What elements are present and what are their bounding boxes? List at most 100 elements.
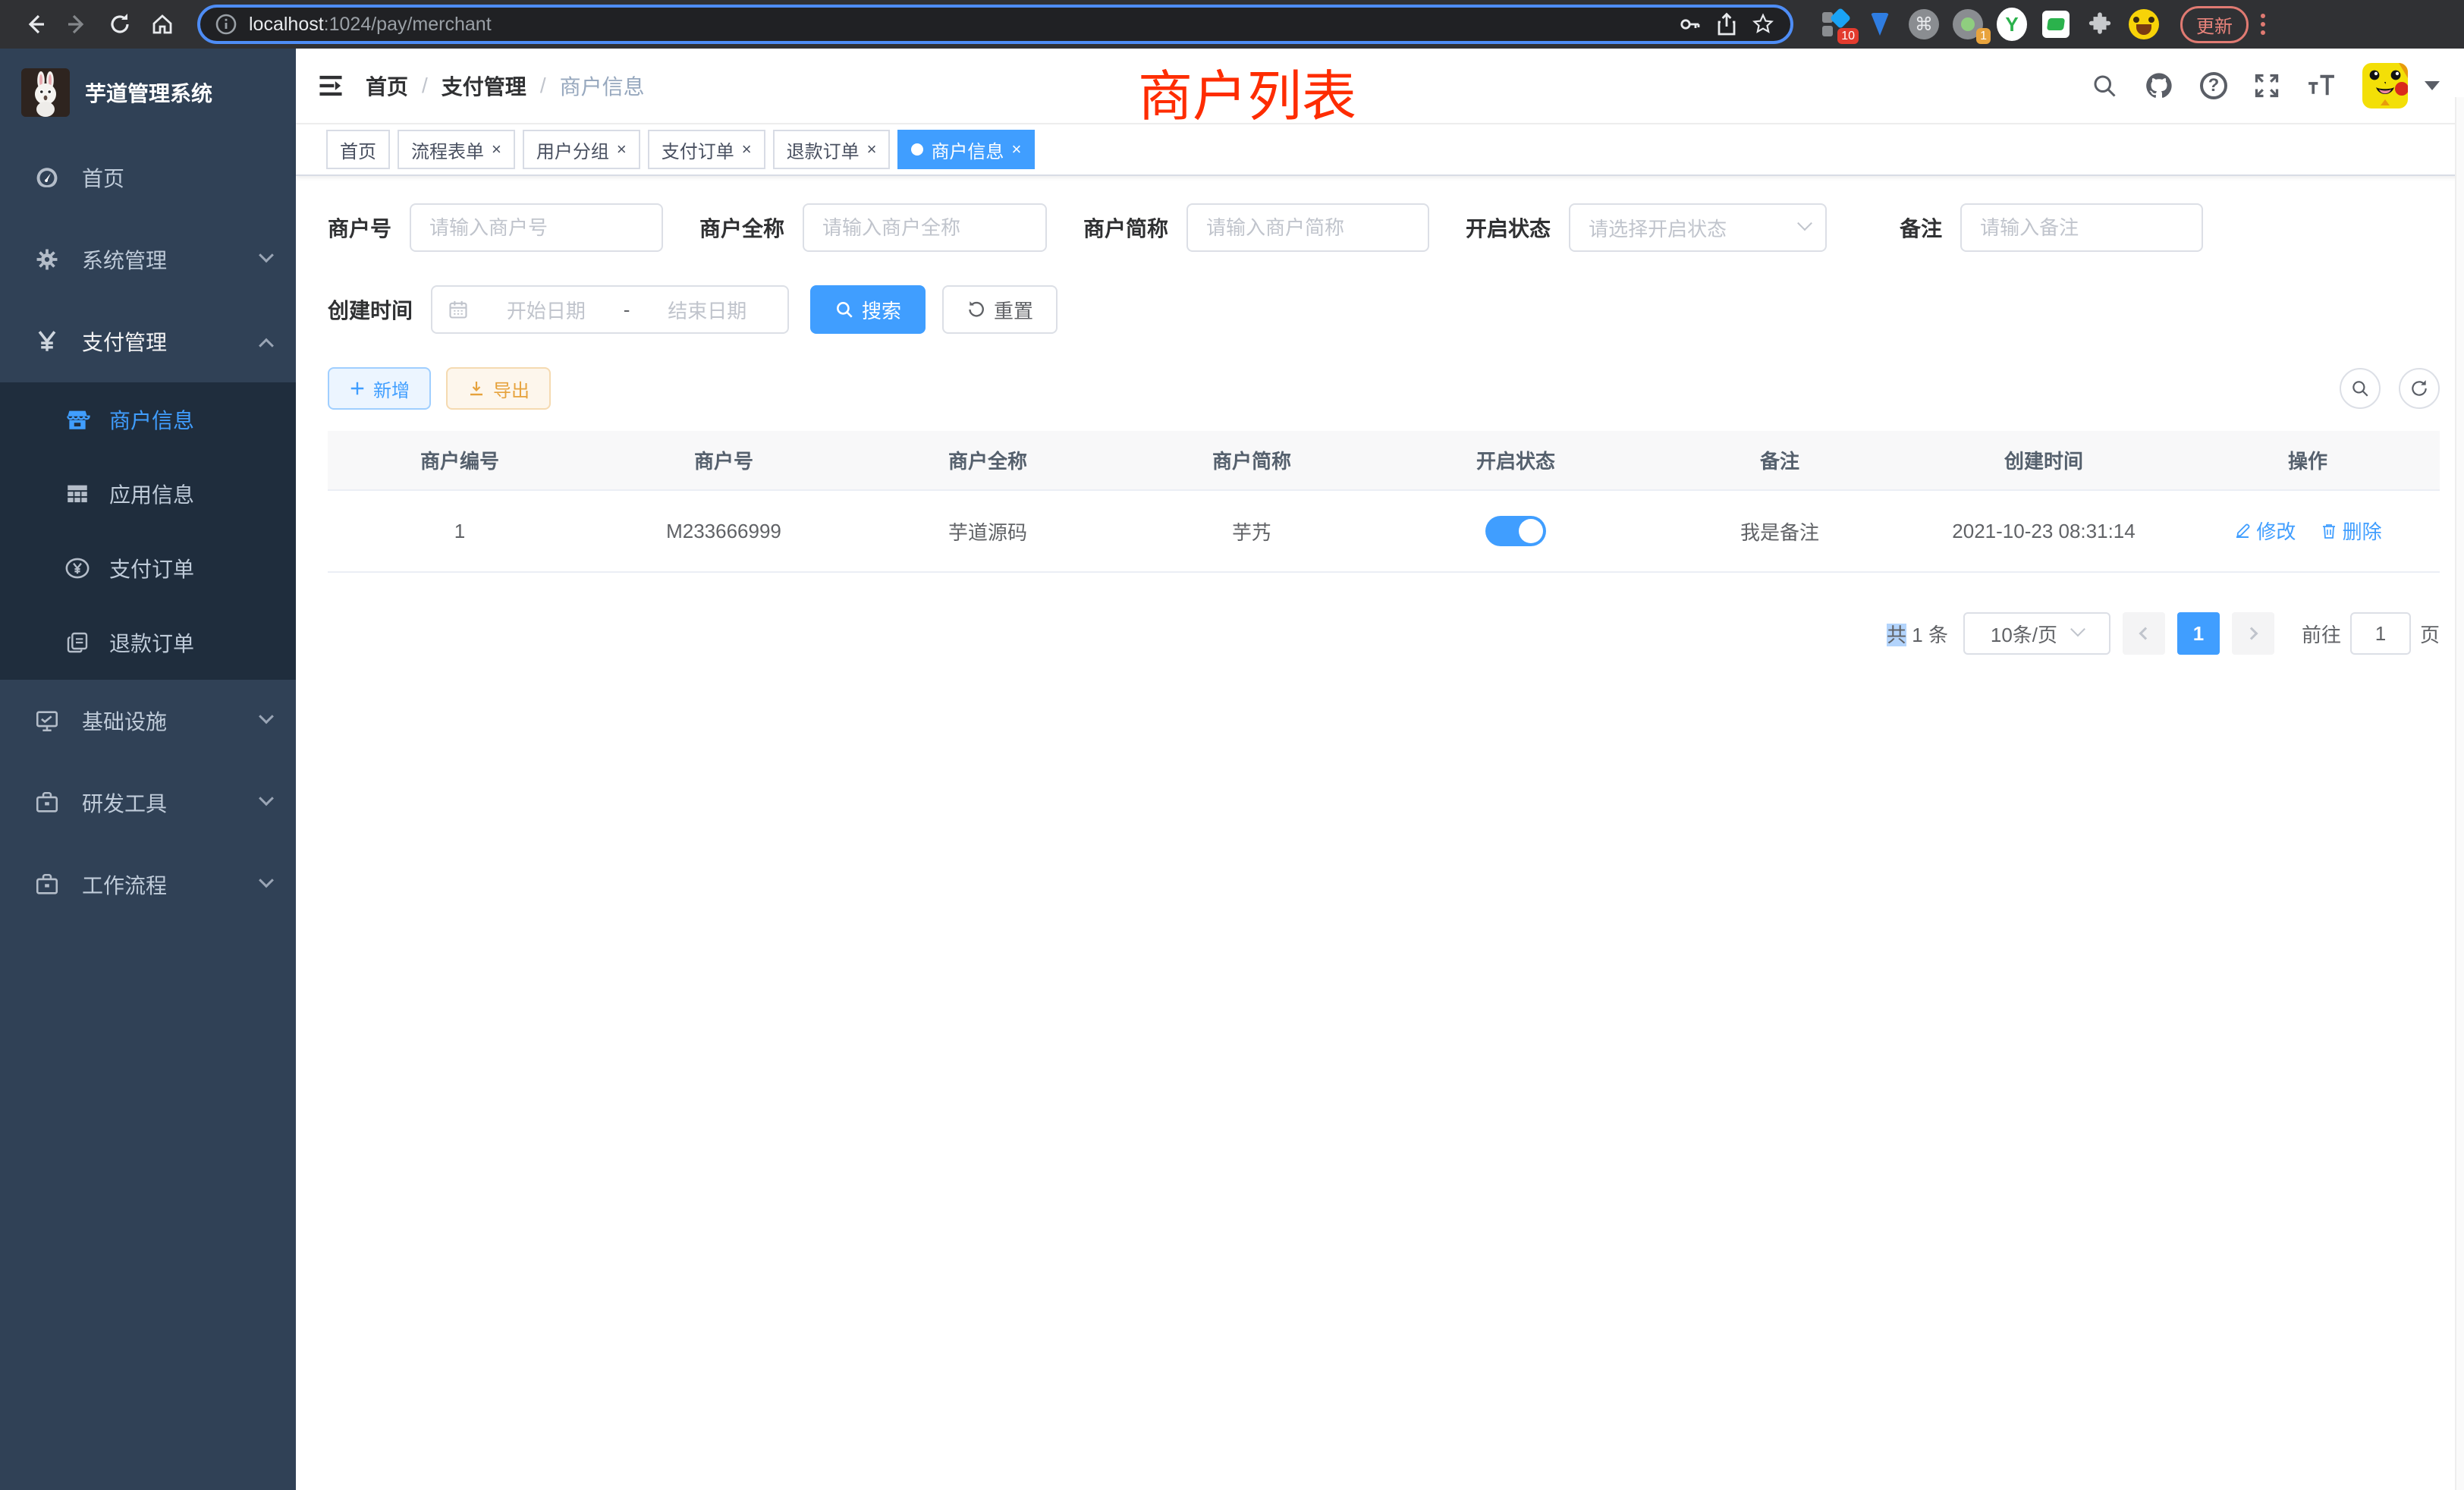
status-toggle[interactable]	[1485, 516, 1546, 546]
browser-forward-button[interactable]	[58, 5, 97, 44]
yen-icon	[33, 328, 61, 354]
documents-icon	[64, 630, 91, 655]
sidebar-item-refund-order[interactable]: 退款订单	[0, 605, 296, 680]
sidebar-item-workflow[interactable]: 工作流程	[0, 844, 296, 926]
cell-created: 2021-10-23 08:31:14	[1912, 505, 2176, 558]
sidebar-item-app-info[interactable]: 应用信息	[0, 457, 296, 531]
sidebar-logo[interactable]: 芋道管理系统	[0, 49, 296, 137]
sidebar: 芋道管理系统 首页 系统管理 支付管理	[0, 49, 296, 1490]
sidebar-item-devtools[interactable]: 研发工具	[0, 762, 296, 844]
sidebar-item-pay[interactable]: 支付管理	[0, 300, 296, 382]
tab-user-group[interactable]: 用户分组×	[523, 130, 640, 169]
extension-y-logo-icon[interactable]: Y	[1997, 9, 2027, 39]
help-icon[interactable]: ?	[2200, 72, 2227, 99]
cell-full-name: 芋道源码	[856, 502, 1120, 561]
extension-pin-icon[interactable]	[1865, 9, 1895, 39]
extension-gray-circle-icon[interactable]: 1	[1953, 9, 1983, 39]
current-page[interactable]: 1	[2177, 612, 2220, 655]
close-icon[interactable]: ×	[742, 141, 752, 158]
gear-icon	[33, 247, 61, 272]
github-icon[interactable]	[2144, 71, 2174, 101]
full-name-input[interactable]	[803, 203, 1047, 252]
tab-process-form[interactable]: 流程表单×	[398, 130, 515, 169]
close-icon[interactable]: ×	[1011, 141, 1021, 158]
browser-update-button[interactable]: 更新	[2180, 6, 2249, 43]
tab-refund-order[interactable]: 退款订单×	[773, 130, 891, 169]
col-header-short-name: 商户简称	[1120, 431, 1384, 489]
sidebar-item-merchant-info[interactable]: 商户信息	[0, 382, 296, 457]
url-host: localhost	[249, 14, 324, 36]
breadcrumb: 首页 / 支付管理 / 商户信息	[366, 71, 645, 101]
merchant-table: 商户编号 商户号 商户全称 商户简称 开启状态 备注 创建时间 操作 1 M23…	[328, 431, 2440, 573]
remark-input[interactable]	[1960, 203, 2203, 252]
font-size-icon[interactable]	[2306, 72, 2337, 99]
close-icon[interactable]: ×	[617, 141, 627, 158]
browser-menu-icon[interactable]	[2258, 11, 2268, 38]
fullscreen-icon[interactable]	[2253, 72, 2280, 99]
bookmark-star-icon[interactable]	[1751, 12, 1775, 36]
yen-circle-icon	[64, 555, 91, 581]
chevron-down-icon	[1797, 215, 1812, 231]
extensions-puzzle-icon[interactable]	[2085, 9, 2115, 39]
pagination: 共 1 条 10条/页 1 前往 页	[328, 612, 2440, 655]
navbar: 首页 / 支付管理 / 商户信息 ?	[296, 49, 2464, 124]
close-icon[interactable]: ×	[492, 141, 501, 158]
chevron-down-icon	[2070, 621, 2085, 637]
col-header-full-name: 商户全称	[856, 431, 1120, 489]
sidebar-item-home[interactable]: 首页	[0, 137, 296, 218]
tab-home[interactable]: 首页	[326, 130, 390, 169]
remark-label: 备注	[1900, 212, 1942, 243]
extension-emoji-icon[interactable]	[2129, 9, 2159, 39]
tab-merchant-info[interactable]: 商户信息×	[897, 130, 1035, 169]
refresh-button[interactable]	[2399, 368, 2440, 409]
close-icon[interactable]: ×	[867, 141, 877, 158]
browser-toolbar: localhost :1024/pay/merchant 10 ⌘ 1 Y	[0, 0, 2464, 49]
short-name-input[interactable]	[1186, 203, 1429, 252]
scrollbar[interactable]	[2455, 97, 2464, 1490]
prev-page-button[interactable]	[2123, 612, 2165, 655]
browser-reload-button[interactable]	[100, 5, 140, 44]
page-size-select[interactable]: 10条/页	[1963, 612, 2110, 655]
filter-row-1: 商户号 商户全称 商户简称 开启状态 请选择开启状态	[328, 203, 2440, 252]
table-row: 1 M233666999 芋道源码 芋艿 我是备注 2021-10-23 08:…	[328, 491, 2440, 573]
sidebar-item-system[interactable]: 系统管理	[0, 218, 296, 300]
cell-id: 1	[328, 505, 592, 558]
tab-pay-order[interactable]: 支付订单×	[648, 130, 765, 169]
next-page-button[interactable]	[2232, 612, 2274, 655]
col-header-ops: 操作	[2176, 431, 2440, 489]
edit-link[interactable]: 修改	[2233, 517, 2296, 545]
breadcrumb-home[interactable]: 首页	[366, 71, 408, 101]
extensions-area: 10 ⌘ 1 Y	[1821, 9, 2159, 39]
sidebar-item-pay-order[interactable]: 支付订单	[0, 531, 296, 605]
start-date-placeholder: 开始日期	[481, 296, 611, 324]
extension-chat-icon[interactable]	[2041, 9, 2071, 39]
chevron-down-icon	[259, 247, 274, 262]
delete-link[interactable]: 删除	[2320, 517, 2382, 545]
sidebar-collapse-icon[interactable]	[317, 74, 344, 98]
page-info-icon[interactable]	[215, 14, 237, 35]
user-avatar[interactable]	[2362, 63, 2408, 108]
browser-home-button[interactable]	[143, 5, 182, 44]
password-key-icon[interactable]	[1678, 12, 1702, 36]
export-button[interactable]: 导出	[446, 367, 551, 410]
col-header-merchant-no: 商户号	[592, 431, 856, 489]
search-button[interactable]: 搜索	[810, 285, 926, 334]
chevron-down-icon	[259, 709, 274, 724]
avatar-caret-icon[interactable]	[2425, 81, 2440, 90]
toggle-search-button[interactable]	[2340, 368, 2381, 409]
address-bar[interactable]: localhost :1024/pay/merchant	[197, 5, 1793, 44]
status-select[interactable]: 请选择开启状态	[1569, 203, 1827, 252]
browser-back-button[interactable]	[15, 5, 55, 44]
breadcrumb-pay[interactable]: 支付管理	[442, 71, 526, 101]
page-jump-input[interactable]	[2350, 612, 2411, 655]
share-icon[interactable]	[1714, 12, 1739, 36]
header-search-icon[interactable]	[2091, 72, 2118, 99]
extension-blue-diamond-icon[interactable]: 10	[1821, 9, 1851, 39]
extension-command-icon[interactable]: ⌘	[1909, 9, 1939, 39]
sidebar-item-infra[interactable]: 基础设施	[0, 680, 296, 762]
create-time-range-input[interactable]: 开始日期 - 结束日期	[431, 285, 789, 334]
merchant-no-input[interactable]	[410, 203, 663, 252]
add-button[interactable]: 新增	[328, 367, 431, 410]
sidebar-submenu-pay: 商户信息 应用信息 支付订单 退款订单	[0, 382, 296, 680]
reset-button[interactable]: 重置	[942, 285, 1058, 334]
